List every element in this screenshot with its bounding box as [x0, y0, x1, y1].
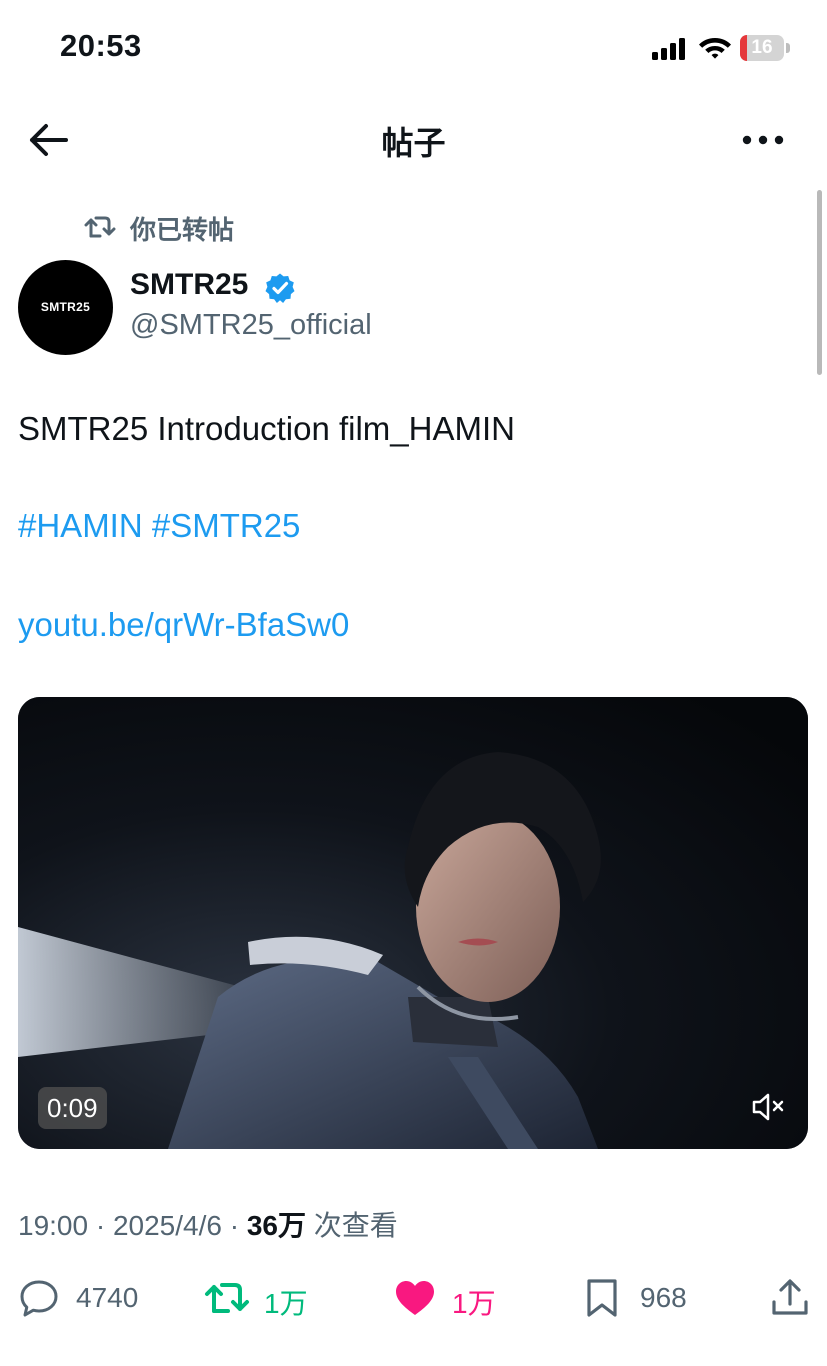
verified-badge-icon: [265, 273, 295, 303]
scrollbar[interactable]: [817, 190, 822, 375]
avatar-logo-text: SMTR25: [40, 300, 91, 314]
like-count: 1万: [452, 1288, 496, 1319]
author-handle[interactable]: @SMTR25_official: [130, 309, 372, 342]
tweet-link[interactable]: youtu.be/qrWr-BfaSw0: [18, 606, 349, 644]
share-button[interactable]: [770, 1270, 812, 1326]
mute-toggle-button[interactable]: [748, 1089, 788, 1125]
bookmark-icon: [587, 1279, 617, 1317]
retweet-icon: [84, 216, 116, 238]
video-frame: [18, 697, 808, 1149]
meta-separator: ·: [229, 1210, 240, 1241]
tweet-date: 2025/4/6: [112, 1210, 222, 1241]
cellular-signal-icon: [652, 38, 685, 60]
retweet-button[interactable]: 1万: [204, 1270, 314, 1326]
retweet-count: 1万: [264, 1288, 308, 1319]
share-icon: [772, 1279, 808, 1315]
wifi-icon: [699, 38, 731, 59]
meta-separator: ·: [95, 1210, 106, 1241]
like-button[interactable]: 1万: [394, 1270, 504, 1326]
bookmark-button[interactable]: 968: [584, 1270, 704, 1326]
battery-level: 16: [751, 37, 773, 58]
tweet-text: SMTR25 Introduction film_HAMIN: [18, 410, 515, 447]
action-bar: 4740 1万 1万 968: [0, 1270, 827, 1330]
ellipsis-icon: [742, 135, 784, 145]
speaker-muted-icon: [752, 1093, 784, 1121]
reply-count: 4740: [76, 1282, 139, 1313]
nav-header: 帖子: [0, 100, 827, 180]
post-detail-screen: 20:53 16 帖子 你已转帖 SMTR25 SMTR25 @SMTR25_o…: [0, 0, 827, 1366]
reply-icon: [20, 1280, 58, 1317]
status-bar: 20:53 16: [0, 0, 827, 95]
tweet-time: 19:00: [18, 1210, 89, 1241]
video-player[interactable]: 0:09: [18, 697, 808, 1149]
author-display-name[interactable]: SMTR25: [130, 268, 248, 302]
views-count: 36万: [246, 1210, 307, 1241]
hashtag-hamin[interactable]: #HAMIN: [18, 507, 143, 544]
page-title: 帖子: [381, 125, 446, 161]
retweet-notice-text: 你已转帖: [130, 215, 235, 245]
video-duration-badge: 0:09: [38, 1087, 107, 1129]
avatar[interactable]: SMTR25: [18, 260, 113, 355]
views-label: 次查看: [313, 1210, 398, 1241]
hashtag-smtr25[interactable]: #SMTR25: [152, 507, 301, 544]
hashtags: #HAMIN #SMTR25: [18, 507, 300, 545]
more-options-button[interactable]: [740, 122, 786, 158]
status-time: 20:53: [60, 28, 142, 63]
heart-filled-icon: [396, 1281, 434, 1315]
tweet-meta: 19:00 · 2025/4/6 · 36万 次查看: [18, 1204, 398, 1244]
bookmark-count: 968: [640, 1282, 687, 1313]
retweet-icon: [205, 1283, 249, 1313]
reply-button[interactable]: 4740: [18, 1270, 148, 1326]
battery-icon: 16: [740, 35, 792, 61]
